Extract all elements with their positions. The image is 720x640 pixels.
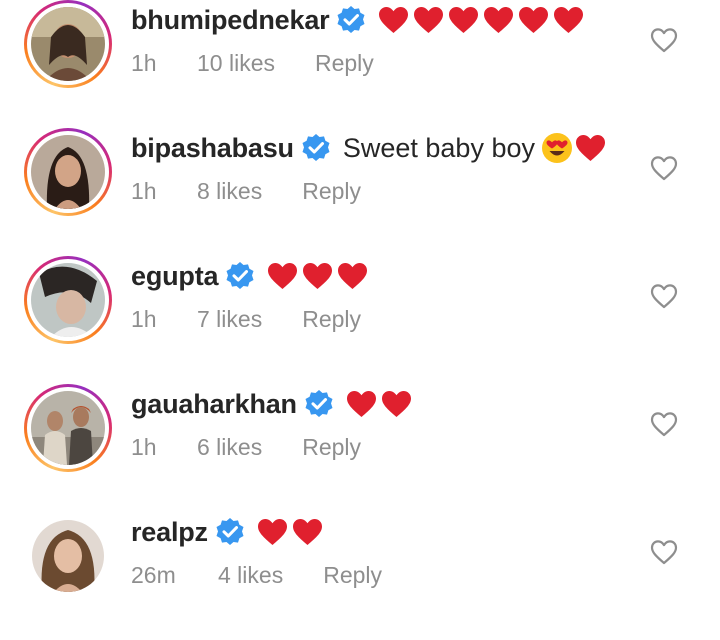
verified-badge-icon [226,262,254,289]
avatar [31,135,105,209]
comment-time: 1h [131,50,157,76]
comment-row: bipashabasu Sweet baby boy 1h 8 likes Re… [0,128,720,256]
heart-outline-icon[interactable] [650,411,678,437]
likes-count[interactable]: 8 likes [197,178,262,205]
verified-badge-icon [305,390,333,417]
red-heart-emoji [346,390,376,417]
red-heart-emoji [414,6,444,33]
red-heart-emoji [484,6,514,33]
comment-text: Sweet baby boy [342,132,535,163]
username[interactable]: realpz [131,517,208,548]
comment-time: 1h [131,306,157,332]
likes-count[interactable]: 7 likes [197,306,262,333]
comment-row: gauaharkhan 1h 6 likes Reply [0,384,720,512]
reply-button[interactable]: Reply [315,50,374,77]
comment-time: 1h [131,434,157,460]
comment-time: 26m [131,562,176,588]
heart-outline-icon[interactable] [650,283,678,309]
likes-count[interactable]: 6 likes [197,434,262,461]
username[interactable]: bipashabasu [131,133,294,164]
verified-badge-icon [302,134,330,161]
reply-button[interactable]: Reply [302,434,361,461]
red-heart-emoji [575,134,605,161]
avatar [31,391,105,465]
avatar [31,263,105,337]
username[interactable]: gauaharkhan [131,389,297,420]
reply-button[interactable]: Reply [302,178,361,205]
avatar-story-ring[interactable] [24,0,112,88]
likes-count[interactable]: 10 likes [197,50,275,77]
comment-row: egupta 1h 7 likes Reply [0,256,720,384]
avatar-story-ring[interactable] [24,256,112,344]
verified-badge-icon [216,518,244,545]
comment-row: realpz 26m 4 likes Reply [0,512,720,640]
heart-outline-icon[interactable] [650,539,678,565]
heart-outline-icon[interactable] [650,27,678,53]
red-heart-emoji [381,390,411,417]
username[interactable]: egupta [131,261,219,292]
red-heart-emoji [303,262,333,289]
red-heart-emoji [268,262,298,289]
red-heart-emoji [292,518,322,545]
heart-eyes-emoji [541,133,572,163]
red-heart-emoji [257,518,287,545]
red-heart-emoji [519,6,549,33]
comment-row: bhumipednekar 1h 10 likes Reply [0,0,720,128]
heart-outline-icon[interactable] [650,155,678,181]
red-heart-emoji [338,262,368,289]
avatar-story-ring[interactable] [24,128,112,216]
red-heart-emoji [379,6,409,33]
avatar [32,520,104,592]
avatar-story-ring[interactable] [24,384,112,472]
likes-count[interactable]: 4 likes [218,562,283,589]
reply-button[interactable]: Reply [323,562,382,589]
username[interactable]: bhumipednekar [131,5,330,36]
verified-badge-icon [337,6,365,33]
comment-time: 1h [131,178,157,204]
reply-button[interactable]: Reply [302,306,361,333]
red-heart-emoji [554,6,584,33]
red-heart-emoji [449,6,479,33]
avatar-wrapper[interactable] [24,512,112,600]
avatar [31,7,105,81]
